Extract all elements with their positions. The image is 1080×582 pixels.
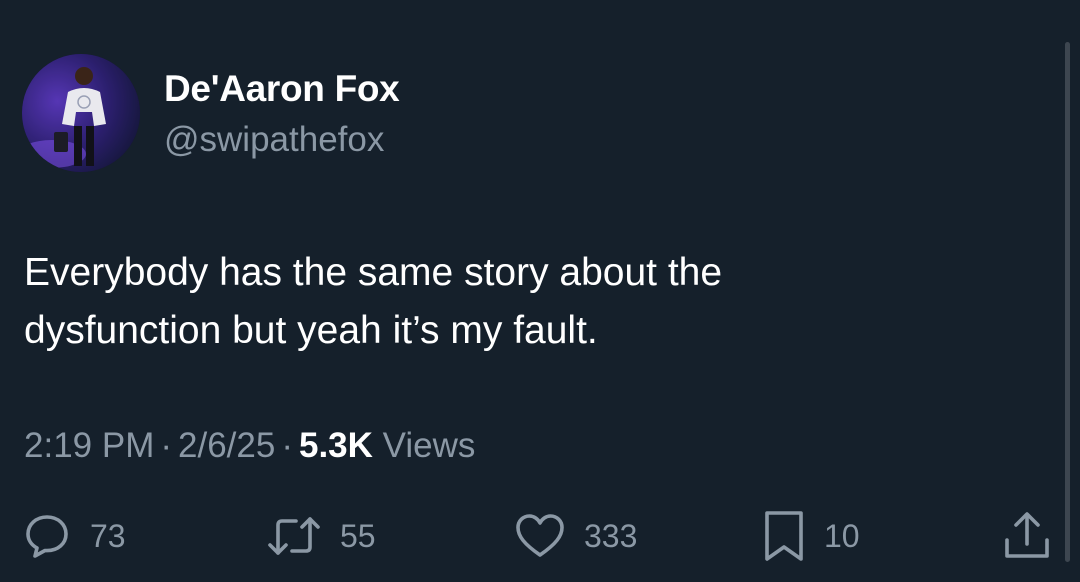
meta-separator: ·: [281, 426, 293, 465]
display-name[interactable]: De'Aaron Fox: [164, 68, 400, 110]
views-count[interactable]: 5.3K: [299, 426, 373, 465]
avatar-image: [22, 54, 140, 172]
tweet-text: Everybody has the same story about the d…: [24, 244, 1024, 360]
user-handle[interactable]: @swipathefox: [164, 120, 384, 160]
tweet-text-line: Everybody has the same story about the: [24, 251, 723, 294]
bookmark-button[interactable]: 10: [762, 506, 860, 566]
like-button[interactable]: 333: [514, 506, 637, 566]
tweet-date[interactable]: 2/6/25: [178, 426, 275, 465]
bookmark-icon: [762, 509, 806, 563]
scrollbar[interactable]: [1065, 42, 1070, 562]
meta-separator: ·: [160, 426, 173, 465]
tweet-meta: 2:19 PM · 2/6/25 · 5.3K Views: [24, 426, 475, 466]
tweet-detail: De'Aaron Fox @swipathefox Everybody has …: [0, 0, 1080, 582]
repost-count: 55: [340, 517, 376, 554]
share-icon: [1002, 510, 1052, 562]
bookmark-count: 10: [824, 517, 860, 554]
reply-button[interactable]: 73: [22, 506, 126, 566]
repost-icon: [266, 511, 322, 561]
reply-icon: [22, 511, 72, 561]
share-button[interactable]: [1002, 506, 1052, 566]
tweet-time[interactable]: 2:19 PM: [24, 426, 154, 465]
heart-icon: [514, 511, 566, 561]
action-bar: 73 55 333 10: [0, 506, 1080, 566]
views-label: Views: [382, 426, 476, 465]
repost-button[interactable]: 55: [266, 506, 376, 566]
avatar[interactable]: [22, 54, 140, 172]
like-count: 333: [584, 517, 638, 554]
tweet-text-line: dysfunction but yeah it’s my fault.: [24, 309, 598, 352]
reply-count: 73: [90, 517, 126, 554]
